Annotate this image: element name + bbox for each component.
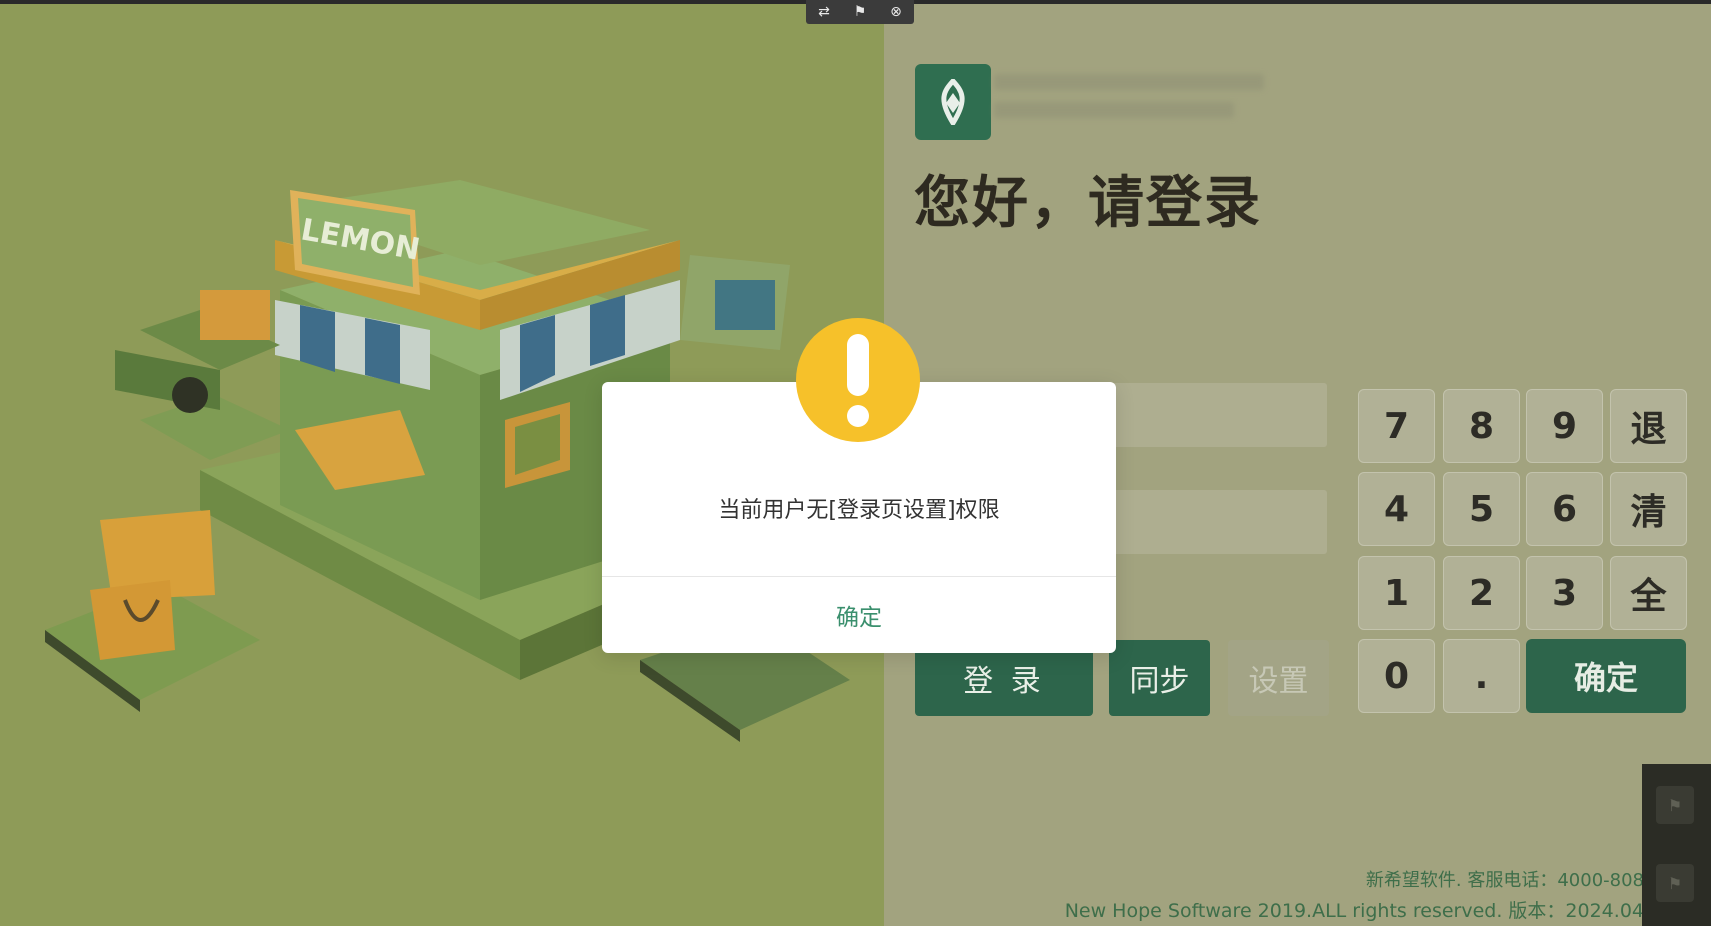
- copyright-version: New Hope Software 2019.ALL rights reserv…: [1064, 900, 1644, 922]
- swap-icon[interactable]: ⇄: [813, 4, 835, 20]
- close-icon[interactable]: ⊗: [885, 4, 907, 20]
- support-phone: 新希望软件. 客服电话：4000-808: [1365, 870, 1644, 891]
- leaf-logo-icon: [941, 79, 965, 125]
- keypad-confirm-button[interactable]: 确定: [1526, 639, 1686, 713]
- key-4[interactable]: 4: [1358, 472, 1435, 546]
- key-5[interactable]: 5: [1443, 472, 1520, 546]
- key-2[interactable]: 2: [1443, 556, 1520, 630]
- key-6[interactable]: 6: [1526, 472, 1603, 546]
- key-1[interactable]: 1: [1358, 556, 1435, 630]
- key-8[interactable]: 8: [1443, 389, 1520, 463]
- blurred-company-name: [994, 70, 1274, 132]
- key-9[interactable]: 9: [1526, 389, 1603, 463]
- key-dot[interactable]: .: [1443, 639, 1520, 713]
- dock-flag-icon-2[interactable]: ⚑: [1656, 864, 1694, 902]
- warning-icon: [796, 318, 920, 442]
- floating-toolbar: ⇄ ⚑ ⊗: [806, 0, 914, 24]
- key-0[interactable]: 0: [1358, 639, 1435, 713]
- key-backspace[interactable]: 退: [1610, 389, 1687, 463]
- dock-flag-icon[interactable]: ⚑: [1656, 786, 1694, 824]
- key-clear[interactable]: 清: [1610, 472, 1687, 546]
- key-7[interactable]: 7: [1358, 389, 1435, 463]
- dialog-message: 当前用户无[登录页设置]权限: [718, 498, 1000, 523]
- sync-button[interactable]: 同步: [1109, 640, 1210, 716]
- key-select-all[interactable]: 全: [1610, 556, 1687, 630]
- greeting-title: 您好，请登录: [914, 171, 1262, 236]
- dialog-ok-button[interactable]: 确定: [602, 577, 1116, 653]
- flag-icon[interactable]: ⚑: [849, 4, 871, 20]
- brand-logo: [915, 64, 991, 140]
- settings-button[interactable]: 设置: [1228, 640, 1329, 716]
- key-3[interactable]: 3: [1526, 556, 1603, 630]
- side-dock: ⚑ ⚑: [1642, 764, 1711, 926]
